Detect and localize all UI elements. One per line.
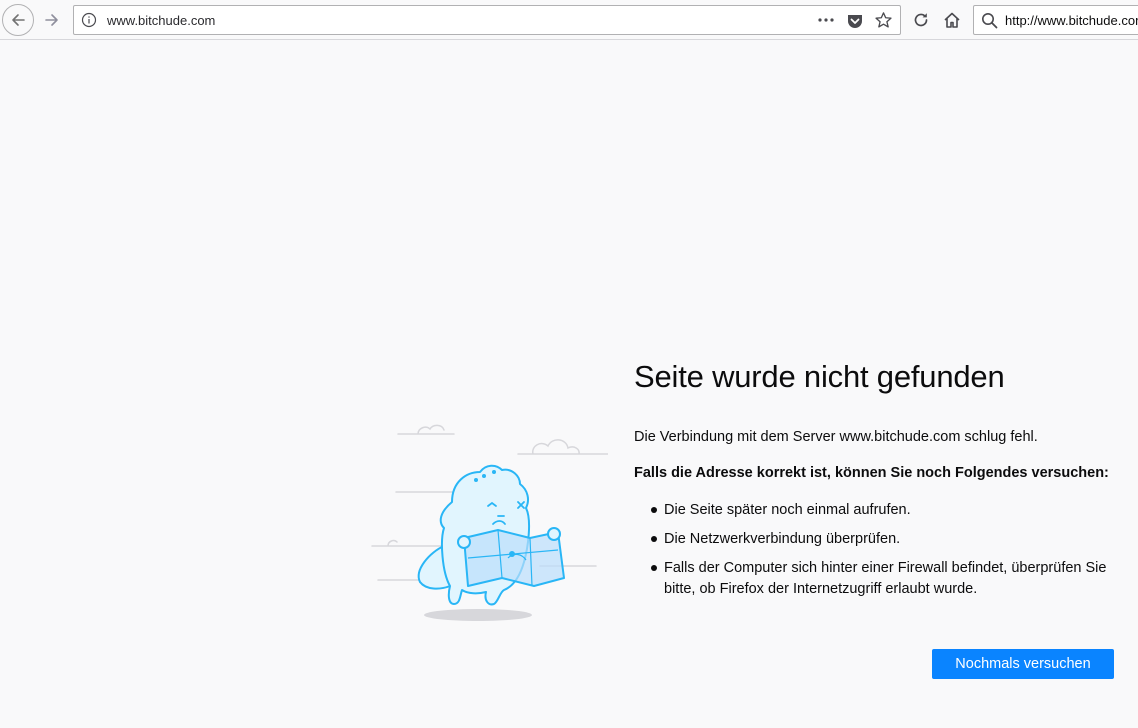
error-suggestions-list: Die Seite später noch einmal aufrufen. D… [634, 500, 1124, 608]
home-button[interactable] [936, 4, 968, 36]
url-text[interactable]: www.bitchude.com [107, 13, 215, 28]
error-suggestions-heading: Falls die Adresse korrekt ist, können Si… [634, 465, 1109, 481]
dinosaur-with-map-illustration [368, 418, 609, 632]
suggestion-text: Falls der Computer sich hinter einer Fir… [664, 560, 1107, 597]
star-icon[interactable] [874, 11, 893, 34]
retry-button[interactable]: Nochmals versuchen [932, 649, 1114, 679]
bullet-icon [651, 536, 657, 542]
search-bar[interactable]: http://www.bitchude.com [973, 5, 1138, 35]
browser-toolbar: www.bitchude.com http://www.bitchude.com [0, 0, 1138, 40]
forward-arrow-icon [45, 14, 58, 26]
search-icon [981, 12, 998, 33]
bullet-icon [651, 507, 657, 513]
error-title: Seite wurde nicht gefunden [634, 359, 1005, 394]
suggestion-text: Die Seite später noch einmal aufrufen. [664, 502, 911, 518]
error-description: Die Verbindung mit dem Server www.bitchu… [634, 429, 1038, 445]
url-bar[interactable]: www.bitchude.com [73, 5, 901, 35]
list-item: Falls der Computer sich hinter einer Fir… [634, 558, 1124, 600]
home-icon [944, 12, 960, 28]
reload-icon [914, 13, 928, 27]
list-item: Die Seite später noch einmal aufrufen. [634, 500, 1124, 521]
reload-button[interactable] [905, 4, 937, 36]
list-item: Die Netzwerkverbindung überprüfen. [634, 529, 1124, 550]
site-info-icon[interactable] [81, 12, 97, 32]
bullet-icon [651, 565, 657, 571]
back-button[interactable] [2, 4, 34, 36]
back-arrow-icon [12, 14, 25, 26]
more-dots-icon[interactable] [817, 12, 835, 32]
suggestion-text: Die Netzwerkverbindung überprüfen. [664, 531, 901, 547]
pocket-icon[interactable] [846, 12, 864, 34]
forward-button[interactable] [36, 4, 68, 36]
search-field-text[interactable]: http://www.bitchude.com [1005, 13, 1138, 28]
